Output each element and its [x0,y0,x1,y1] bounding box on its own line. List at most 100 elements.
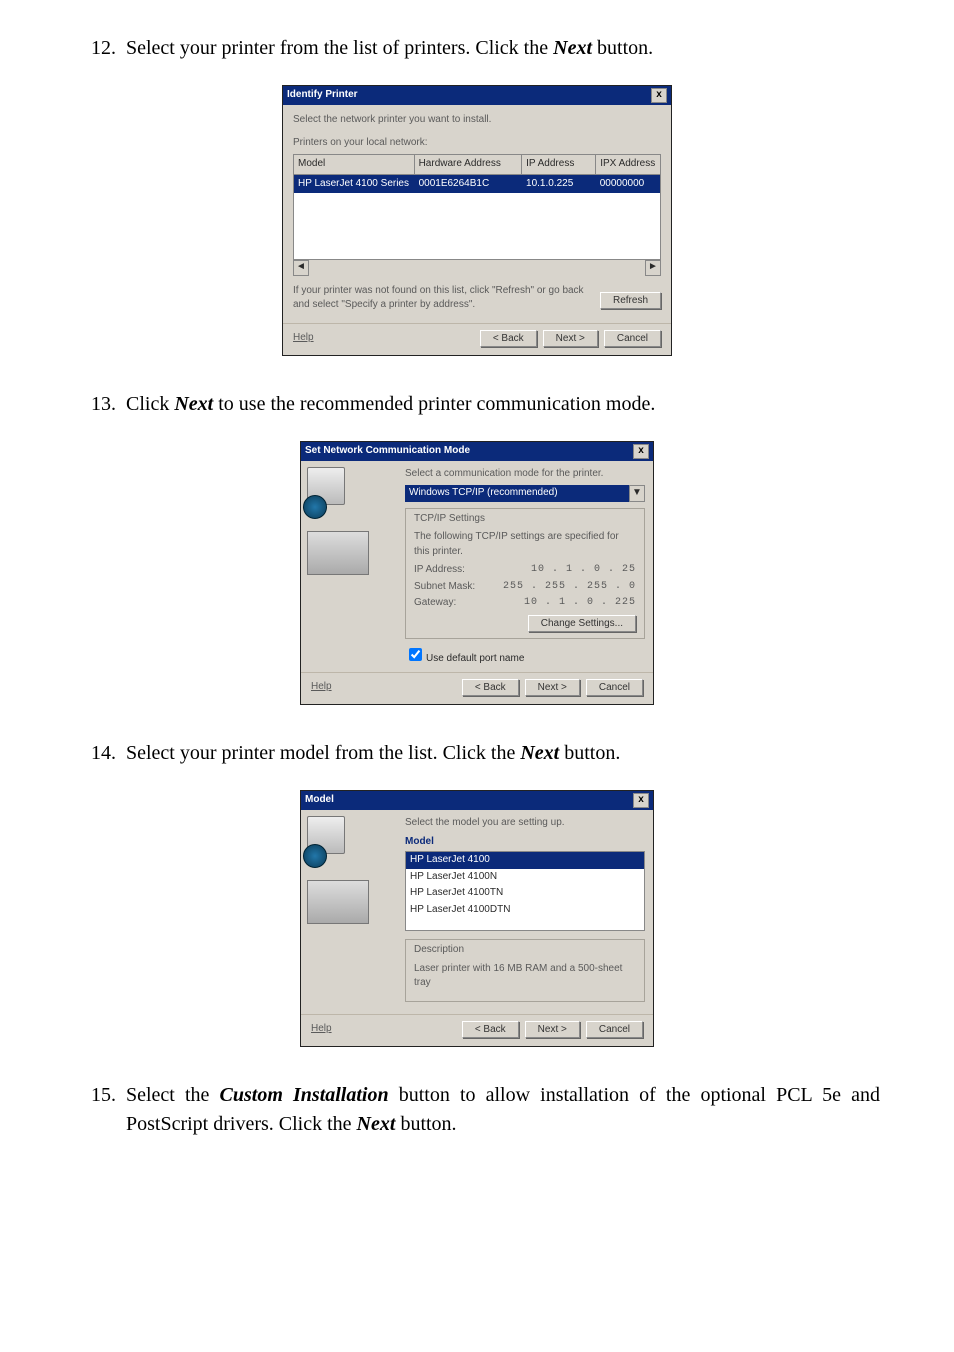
bold: Custom Installation [220,1084,389,1106]
bold: Next [174,393,213,415]
dialog-title: Identify Printer [287,88,358,103]
titlebar: Model x [301,791,653,810]
col-ipx[interactable]: IPX Address [596,155,660,174]
dialog-body: Select the model you are setting up. Mod… [301,810,653,1014]
note: If your printer was not found on this li… [293,284,590,313]
next-button[interactable]: Next > [543,330,598,347]
frame-hint: The following TCP/IP settings are specif… [414,530,636,559]
mode-dropdown[interactable]: Windows TCP/IP (recommended) ▼ [405,485,645,502]
ip-value: 10 . 1 . 0 . 25 [531,563,636,578]
step-number: 13. [74,390,126,419]
col-model[interactable]: Model [294,155,415,174]
text: Select your printer model from the list.… [126,742,520,764]
printer-list-header: Model Hardware Address IP Address IPX Ad… [293,154,661,175]
col-ip[interactable]: IP Address [522,155,596,174]
dialog-title: Set Network Communication Mode [305,444,470,459]
prompt: Select the network printer you want to i… [293,113,661,128]
help-link[interactable]: Help [311,681,332,692]
frame-title: TCP/IP Settings [414,512,636,527]
mode-selected: Windows TCP/IP (recommended) [405,485,629,502]
back-button[interactable]: < Back [462,1021,519,1038]
dialog-comm-mode: Set Network Communication Mode x Select … [300,441,654,706]
wizard-graphic [301,461,401,673]
screenshot-comm-mode: Set Network Communication Mode x Select … [74,441,880,706]
description-text: Laser printer with 16 MB RAM and a 500-s… [414,962,636,991]
default-port-checkbox[interactable] [409,648,422,661]
dialog-footer: Help < Back Next > Cancel [301,1014,653,1046]
bold: Next [520,742,559,764]
description-frame: Description Laser printer with 16 MB RAM… [405,939,645,1002]
prompt: Select the model you are setting up. [405,816,645,831]
text: button. [395,1113,456,1135]
model-list[interactable]: HP LaserJet 4100 HP LaserJet 4100N HP La… [405,851,645,931]
cancel-button[interactable]: Cancel [586,1021,643,1038]
globe-icon [303,844,327,868]
wizard-graphic [301,810,401,1014]
text: Select your printer from the list of pri… [126,37,553,59]
printer-icon [307,531,369,575]
bold: Next [357,1113,396,1135]
dialog-identify-printer: Identify Printer x Select the network pr… [282,85,672,356]
step-text: Select your printer model from the list.… [126,739,880,768]
close-icon[interactable]: x [633,793,649,808]
step-14: 14. Select your printer model from the l… [74,739,880,768]
scroll-right-icon[interactable]: ► [645,260,661,276]
step-13: 13. Click Next to use the recommended pr… [74,390,880,419]
globe-icon [303,495,327,519]
cell-ip: 10.1.0.225 [522,175,596,194]
wizard-content: Select the model you are setting up. Mod… [401,810,653,1014]
back-button[interactable]: < Back [480,330,537,347]
cell-model: HP LaserJet 4100 Series [294,175,415,194]
cancel-button[interactable]: Cancel [586,679,643,696]
titlebar: Identify Printer x [283,86,671,105]
next-button[interactable]: Next > [525,679,580,696]
subprompt: Printers on your local network: [293,136,661,151]
step-15: 15. Select the Custom Installation butto… [74,1081,880,1139]
tcpip-frame: TCP/IP Settings The following TCP/IP set… [405,508,645,639]
refresh-button[interactable]: Refresh [600,292,661,309]
help-link[interactable]: Help [293,332,314,343]
text: Select the [126,1084,220,1106]
col-hardware[interactable]: Hardware Address [415,155,523,174]
cancel-button[interactable]: Cancel [604,330,661,347]
bold: Next [553,37,592,59]
scroll-left-icon[interactable]: ◄ [293,260,309,276]
prompt: Select a communication mode for the prin… [405,467,645,482]
list-item-selected[interactable]: HP LaserJet 4100 [406,852,644,869]
next-button[interactable]: Next > [525,1021,580,1038]
step-text: Select your printer from the list of pri… [126,34,880,63]
help-link[interactable]: Help [311,1023,332,1034]
list-item[interactable]: HP LaserJet 4100N [406,869,644,886]
subnet-label: Subnet Mask: [414,580,475,595]
gateway-label: Gateway: [414,596,456,611]
model-list-label: Model [405,835,645,850]
close-icon[interactable]: x [633,444,649,459]
subnet-value: 255 . 255 . 255 . 0 [503,580,636,595]
dialog-footer: Help < Back Next > Cancel [301,672,653,704]
dialog-body: Select a communication mode for the prin… [301,461,653,673]
screenshot-identify-printer: Identify Printer x Select the network pr… [74,85,880,356]
cell-hardware: 0001E6264B1C [415,175,522,194]
dialog-title: Model [305,793,334,808]
default-port-checkbox-row[interactable]: Use default port name [405,645,645,667]
text: to use the recommended printer communica… [213,393,655,415]
change-settings-button[interactable]: Change Settings... [528,615,636,632]
table-row[interactable]: HP LaserJet 4100 Series 0001E6264B1C 10.… [294,175,660,194]
screenshot-model: Model x Select the model you are setting… [74,790,880,1047]
titlebar: Set Network Communication Mode x [301,442,653,461]
ip-label: IP Address: [414,563,465,578]
text: Click [126,393,174,415]
list-item[interactable]: HP LaserJet 4100TN [406,885,644,902]
step-12: 12. Select your printer from the list of… [74,34,880,63]
dialog-body: Select the network printer you want to i… [283,105,671,323]
list-item[interactable]: HP LaserJet 4100DTN [406,902,644,919]
back-button[interactable]: < Back [462,679,519,696]
gateway-value: 10 . 1 . 0 . 225 [524,596,636,611]
dialog-model: Model x Select the model you are setting… [300,790,654,1047]
chevron-down-icon[interactable]: ▼ [629,485,645,502]
close-icon[interactable]: x [651,88,667,103]
printer-icon [307,880,369,924]
wizard-content: Select a communication mode for the prin… [401,461,653,673]
hscroll: ◄ ► [293,260,661,276]
printer-list[interactable]: HP LaserJet 4100 Series 0001E6264B1C 10.… [293,175,661,260]
